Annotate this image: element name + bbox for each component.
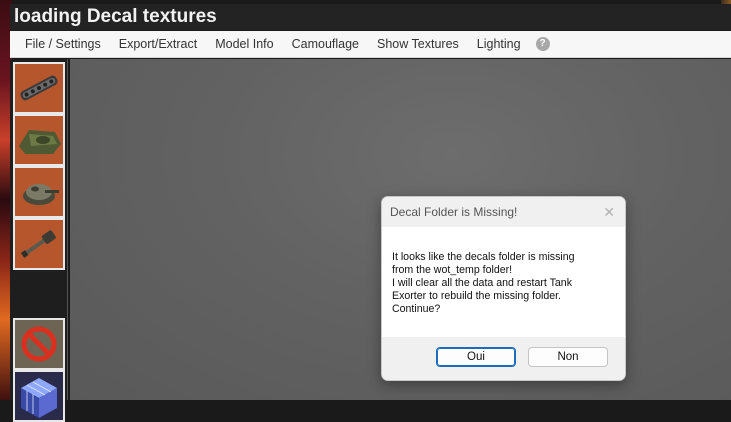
menu-file-settings[interactable]: File / Settings <box>10 31 110 58</box>
menu-lighting[interactable]: Lighting <box>468 31 530 58</box>
dialog-message-line: from the wot_temp folder! <box>392 264 513 276</box>
tank-gun-icon[interactable] <box>13 218 65 270</box>
window-title: loading Decal textures <box>10 4 731 30</box>
no-button[interactable]: Non <box>528 347 608 367</box>
part-thumbnail-panel <box>10 59 68 422</box>
tank-tracks-icon[interactable] <box>13 62 65 114</box>
yes-button[interactable]: Oui <box>436 347 516 367</box>
dialog-message-line: It looks like the decals folder is missi… <box>392 251 575 263</box>
cube-icon[interactable] <box>13 370 65 422</box>
tank-hull-icon[interactable] <box>13 114 65 166</box>
menu-show-textures[interactable]: Show Textures <box>368 31 468 58</box>
dialog-title-text: Decal Folder is Missing! <box>390 205 518 219</box>
no-symbol-icon[interactable] <box>13 318 65 370</box>
dialog-footer: Oui Non <box>382 337 625 380</box>
dialog-message-line: Exorter to rebuild the missing folder. <box>392 290 561 302</box>
dialog-message-line: Continue? <box>392 303 441 315</box>
menu-camouflage[interactable]: Camouflage <box>283 31 368 58</box>
tank-turret-icon[interactable] <box>13 166 65 218</box>
menu-bar: File / Settings Export/Extract Model Inf… <box>10 31 731 58</box>
close-icon[interactable]: ✕ <box>603 197 615 227</box>
dialog-message-line: I will clear all the data and restart Ta… <box>392 277 572 289</box>
dialog-message: It looks like the decals folder is missi… <box>382 227 625 337</box>
menu-model-info[interactable]: Model Info <box>206 31 282 58</box>
menu-export-extract[interactable]: Export/Extract <box>110 31 207 58</box>
help-circle-icon[interactable]: ? <box>535 37 550 51</box>
dialog-title: Decal Folder is Missing! ✕ <box>382 197 625 227</box>
missing-folder-dialog: Decal Folder is Missing! ✕ It looks like… <box>381 196 626 381</box>
